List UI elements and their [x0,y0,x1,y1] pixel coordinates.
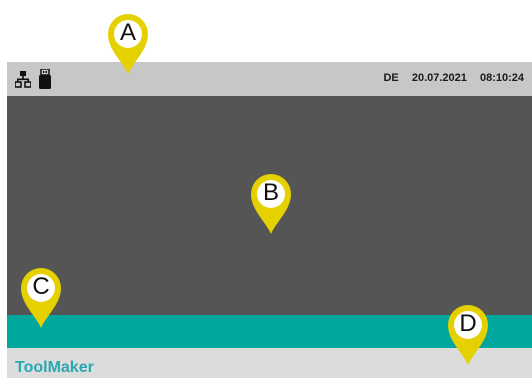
language-indicator[interactable]: DE [383,72,398,84]
date-display: 20.07.2021 [411,72,467,84]
usb-stick-icon [39,68,51,94]
marker-label: D [459,310,477,337]
network-icon [14,70,32,93]
marker-label: A [119,19,136,46]
location-marker-c: C [14,264,68,330]
status-info: DE 20.07.2021 08:10:24 [373,72,524,84]
status-bar: DE 20.07.2021 08:10:24 [7,62,532,96]
time-display: 08:10:24 [479,72,524,84]
location-marker-d: D [441,301,495,367]
location-marker-a: A [101,10,155,76]
marker-label: B [262,179,279,206]
location-marker-b: B [244,170,298,236]
brand-logo: ToolMaker [15,359,94,376]
marker-label: C [32,273,50,300]
status-icons [14,68,51,94]
